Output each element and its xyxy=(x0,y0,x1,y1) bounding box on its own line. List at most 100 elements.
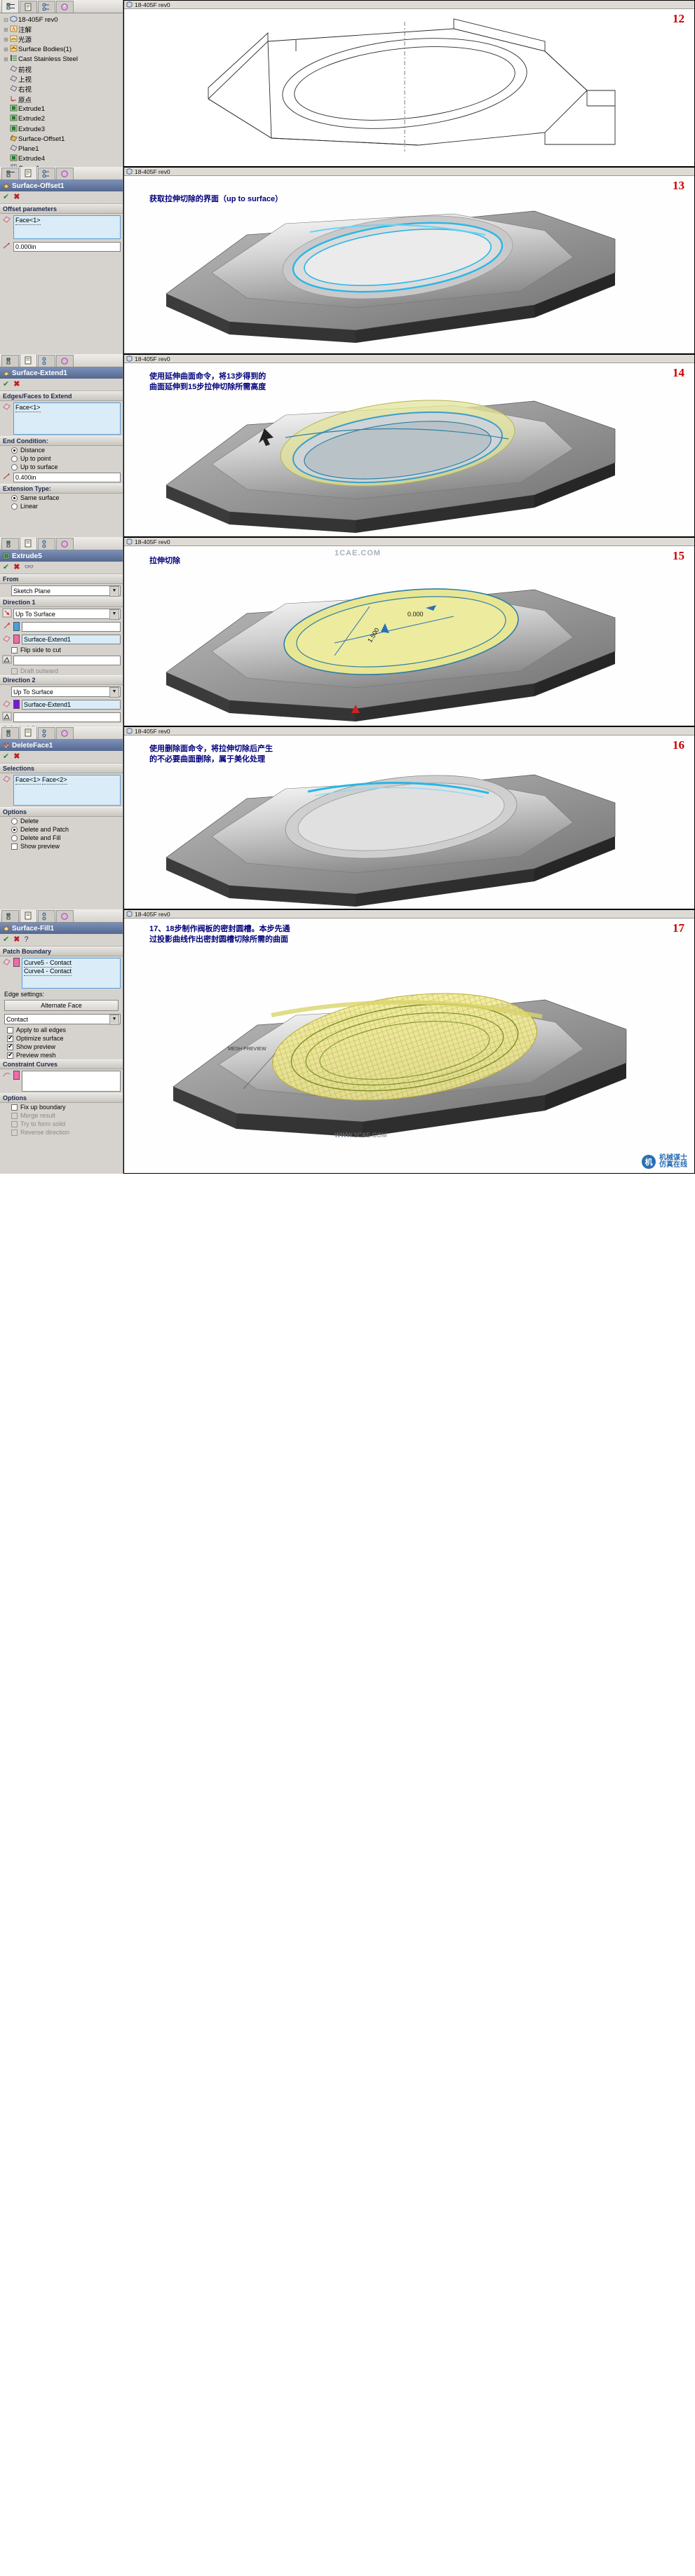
display-manager-tab[interactable] xyxy=(56,727,74,739)
fix-up-boundary-row[interactable]: Fix up boundary xyxy=(0,1103,123,1111)
radio-up-to-surface[interactable] xyxy=(11,463,18,470)
configuration-manager-tab[interactable] xyxy=(38,168,55,179)
patch-boundary-box[interactable]: Curve5 - Contact Curve4 - Contact xyxy=(22,958,121,989)
tree-node-1[interactable]: ⊞ 光源 xyxy=(1,34,123,44)
preview-glasses-icon[interactable]: 👓 xyxy=(24,564,34,571)
alternate-face-row[interactable]: Alternate Face xyxy=(0,998,123,1012)
show-preview-checkbox[interactable] xyxy=(7,1043,13,1050)
tree-node-6[interactable]: 右视 xyxy=(1,84,123,94)
configuration-manager-tab[interactable] xyxy=(38,910,55,922)
property-manager-tab[interactable] xyxy=(20,354,37,367)
cancel-icon[interactable]: ✖ xyxy=(13,194,20,201)
selection-item[interactable]: Face<1> xyxy=(15,404,41,412)
from-combo[interactable]: Sketch Plane xyxy=(11,585,121,597)
deleteface-selection-row[interactable]: Face<1> Face<2> xyxy=(0,773,123,807)
cancel-icon[interactable]: ✖ xyxy=(13,753,20,761)
preview-mesh-row[interactable]: Preview mesh xyxy=(0,1051,123,1059)
apply-all-edges-checkbox[interactable] xyxy=(7,1026,13,1033)
property-manager-tab[interactable] xyxy=(20,1,37,13)
accept-icon[interactable]: ✔ xyxy=(3,381,9,388)
selection-item[interactable]: Face<1> xyxy=(15,217,41,225)
configuration-manager-tab[interactable] xyxy=(38,355,55,367)
extend-distance-input[interactable]: 0.400in xyxy=(13,473,121,482)
dir1-draft-row[interactable] xyxy=(0,654,123,667)
extension-type-same-surface[interactable]: Same surface xyxy=(0,494,123,502)
apply-to-all-edges-row[interactable]: Apply to all edges xyxy=(0,1026,123,1034)
help-icon[interactable]: ? xyxy=(24,936,28,944)
dir2-draft-row[interactable] xyxy=(0,711,123,724)
selection-item[interactable]: Curve4 - Contact xyxy=(24,968,72,976)
dir1-draft-angle-input[interactable] xyxy=(13,656,121,665)
option-show-preview[interactable]: Show preview xyxy=(0,842,123,850)
display-manager-tab[interactable] xyxy=(56,910,74,922)
tree-expander[interactable]: ⊟ xyxy=(3,17,9,23)
patch-boundary-selection-row[interactable]: Curve5 - Contact Curve4 - Contact xyxy=(0,956,123,990)
radio-delete-and-fill[interactable] xyxy=(11,834,18,841)
end-condition-up-to-point[interactable]: Up to point xyxy=(0,454,123,463)
feature-manager-tab[interactable] xyxy=(1,0,19,13)
flip-side-checkbox[interactable] xyxy=(11,646,18,653)
edge-contact-combo[interactable]: Contact xyxy=(4,1014,121,1025)
option-delete-and-fill[interactable]: Delete and Fill xyxy=(0,834,123,842)
property-manager-tab[interactable] xyxy=(20,537,37,550)
configuration-manager-tab[interactable] xyxy=(38,538,55,550)
radio-linear[interactable] xyxy=(11,503,18,510)
option-delete-and-patch[interactable]: Delete and Patch xyxy=(0,825,123,834)
viewport-12[interactable]: 18-405F rev0 12 xyxy=(123,0,695,167)
constraint-curves-row[interactable] xyxy=(0,1069,123,1093)
offset-face-selection-row[interactable]: Face<1> xyxy=(0,214,123,240)
tree-node-root[interactable]: ⊟ 18-405F rev0 xyxy=(1,15,123,25)
tree-node-0[interactable]: ⊞ A 注解 xyxy=(1,25,123,34)
from-row[interactable]: Sketch Plane xyxy=(0,584,123,597)
extend-selection-box[interactable]: Face<1> xyxy=(13,402,121,435)
feature-manager-tab[interactable] xyxy=(1,355,19,367)
dir1-direction-vector-row[interactable] xyxy=(0,621,123,633)
show-preview-row[interactable]: Show preview xyxy=(0,1043,123,1051)
feature-manager-tab[interactable] xyxy=(1,727,19,739)
viewport-13[interactable]: 18-405F rev0 13 获取拉伸切除的界面（up to surface） xyxy=(123,167,695,354)
viewport-17[interactable]: 18-405F rev0 17 17、18步制作阀板的密封圆槽。本步先通 过投影… xyxy=(123,909,695,1174)
extend-face-selection-row[interactable]: Face<1> xyxy=(0,401,123,436)
extend-distance-row[interactable]: 0.400in xyxy=(0,471,123,484)
dir1-surface-input[interactable]: Surface-Extend1 xyxy=(22,635,121,644)
property-manager-tab[interactable] xyxy=(20,726,37,739)
end-condition-distance[interactable]: Distance xyxy=(0,446,123,454)
configuration-manager-tab[interactable] xyxy=(38,727,55,739)
dir1-endcondition-row[interactable]: Up To Surface xyxy=(0,607,123,621)
feature-manager-tab[interactable] xyxy=(1,538,19,550)
viewport-16[interactable]: 18-405F rev0 16 使用删除面命令，将拉伸切除后产生 的不必要曲面删… xyxy=(123,726,695,909)
alternate-face-button[interactable]: Alternate Face xyxy=(4,1000,119,1011)
radio-same-surface[interactable] xyxy=(11,494,18,501)
viewport-15[interactable]: 18-405F rev0 15 拉伸切除 1CAE.COM 0.000 1.50… xyxy=(123,537,695,726)
feature-tree[interactable]: ⊟ 18-405F rev0 ⊞ A 注解 ⊞ 光源 ⊞ Surface Bodies(1)… xyxy=(0,13,123,167)
constraint-curves-box[interactable] xyxy=(22,1071,121,1092)
feature-manager-tab[interactable] xyxy=(1,910,19,922)
display-manager-tab[interactable] xyxy=(56,538,74,550)
radio-delete[interactable] xyxy=(11,818,18,825)
tree-node-10[interactable]: Extrude3 xyxy=(1,124,123,134)
radio-delete-and-patch[interactable] xyxy=(11,826,18,833)
optimize-surface-checkbox[interactable] xyxy=(7,1035,13,1042)
show-preview-checkbox[interactable] xyxy=(11,843,18,850)
tree-node-5[interactable]: 上视 xyxy=(1,74,123,84)
preview-mesh-checkbox[interactable] xyxy=(7,1052,13,1059)
contact-combo-row[interactable]: Contact xyxy=(0,1012,123,1026)
configuration-manager-tab[interactable] xyxy=(38,1,55,13)
selection-item[interactable]: Curve5 - Contact xyxy=(24,959,72,968)
cancel-icon[interactable]: ✖ xyxy=(13,936,20,944)
selection-item[interactable]: Face<2> xyxy=(42,776,67,785)
radio-up-to-point[interactable] xyxy=(11,455,18,462)
accept-icon[interactable]: ✔ xyxy=(3,564,9,571)
optimize-surface-row[interactable]: Optimize surface xyxy=(0,1034,123,1043)
tree-node-3[interactable]: ⊞ Cast Stainless Steel xyxy=(1,55,123,65)
display-manager-tab[interactable] xyxy=(56,168,74,179)
display-manager-tab[interactable] xyxy=(56,355,74,367)
cancel-icon[interactable]: ✖ xyxy=(13,381,20,388)
tree-node-11[interactable]: Surface-Offset1 xyxy=(1,134,123,144)
tree-node-4[interactable]: 前视 xyxy=(1,65,123,74)
radio-distance[interactable] xyxy=(11,447,18,454)
dir2-endcondition-row[interactable]: Up To Surface xyxy=(0,685,123,698)
tree-node-7[interactable]: 原点 xyxy=(1,95,123,104)
accept-icon[interactable]: ✔ xyxy=(3,936,9,944)
dir2-surface-row[interactable]: Surface-Extend1 xyxy=(0,698,123,711)
